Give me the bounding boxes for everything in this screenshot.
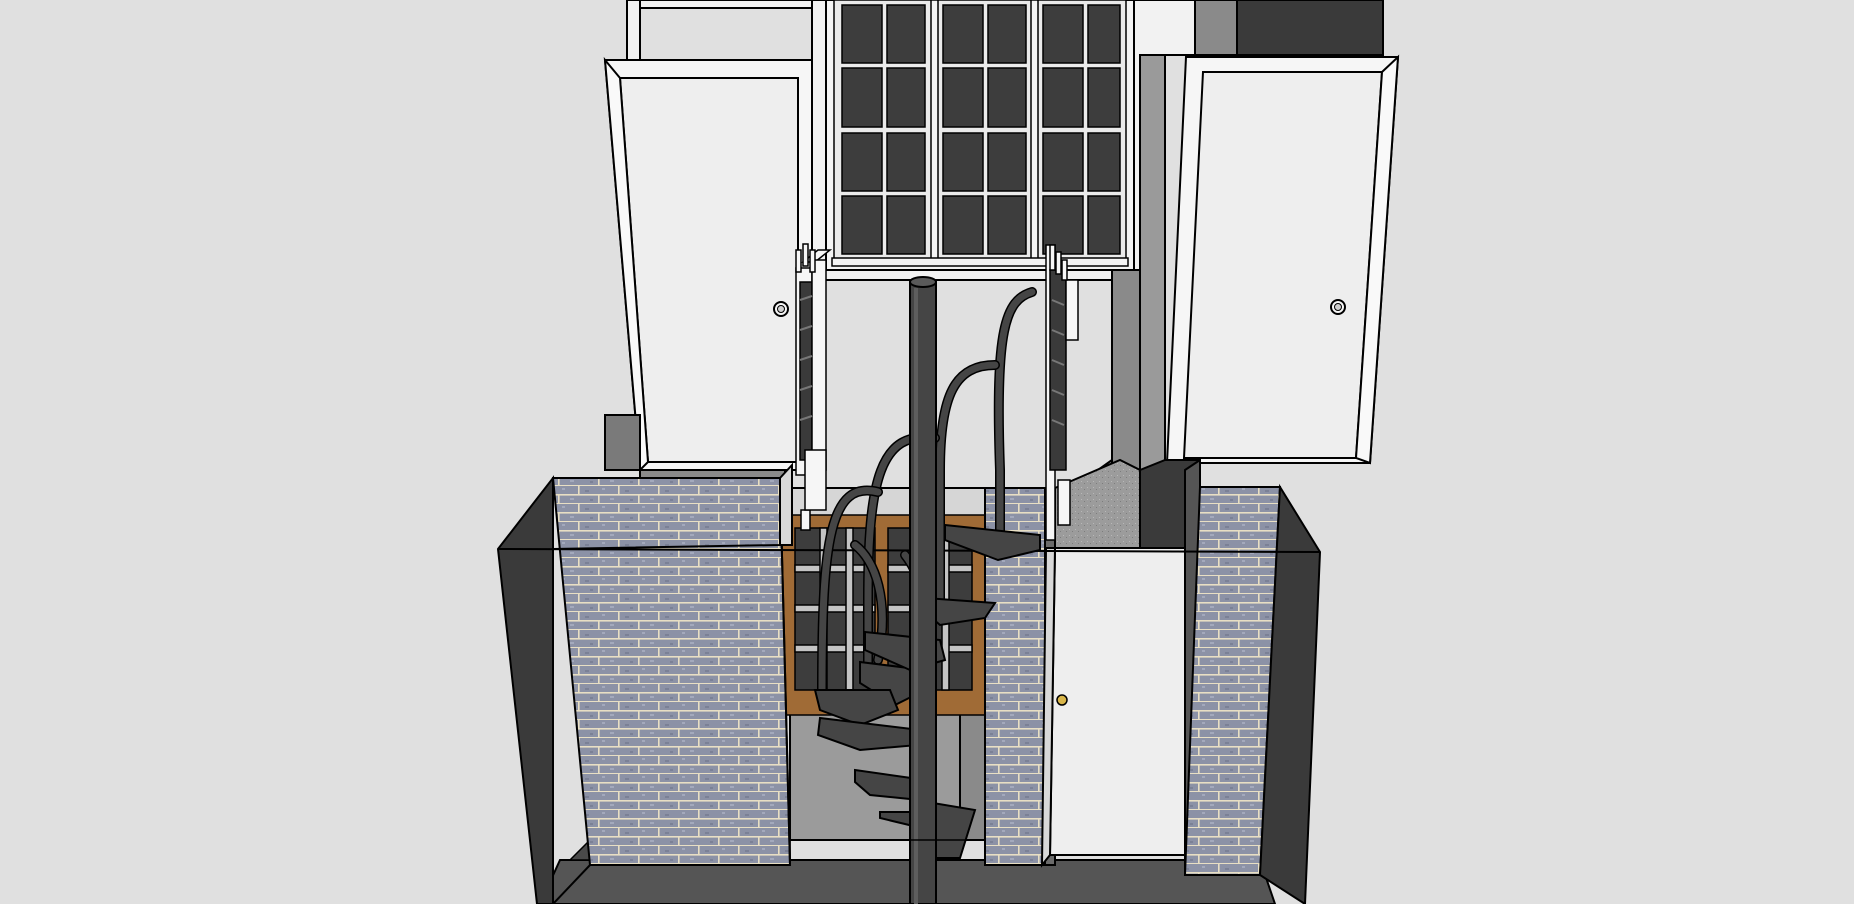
left-brick-pier[interactable] [496, 462, 793, 904]
right-brick-pier[interactable] [1183, 458, 1322, 904]
upper-window[interactable] [825, 0, 1135, 271]
spiral-center-column[interactable] [909, 276, 937, 904]
lower-door-knob[interactable] [1056, 694, 1068, 706]
upper-left-door[interactable] [603, 56, 813, 473]
lower-door[interactable] [1040, 547, 1186, 868]
upper-right-door[interactable] [1165, 54, 1400, 465]
model-viewport[interactable] [0, 0, 1854, 904]
sketchup-scene[interactable] [0, 0, 1854, 904]
ground-floor [538, 859, 1277, 904]
